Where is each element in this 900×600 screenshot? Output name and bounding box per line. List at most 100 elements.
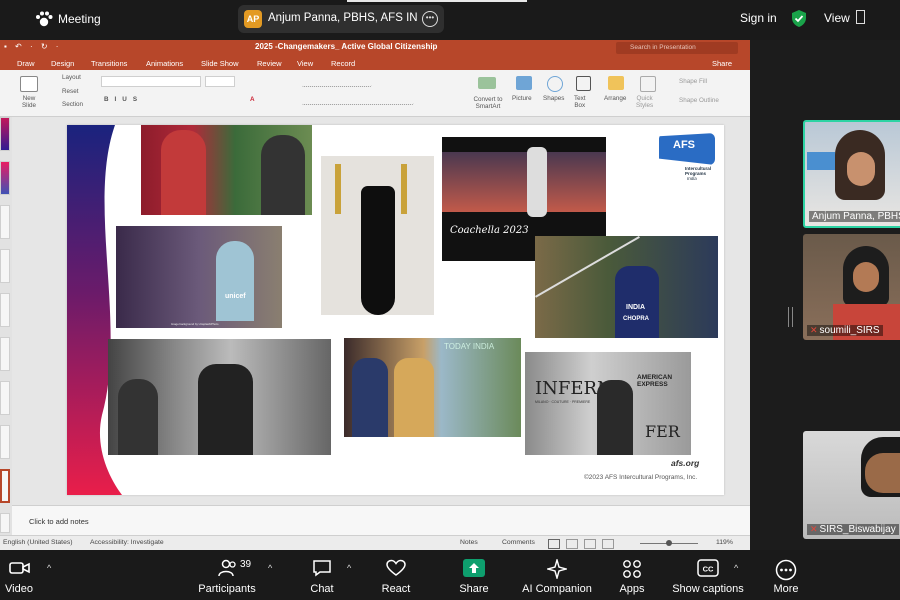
slide-show-icon[interactable] bbox=[602, 539, 614, 549]
comments-toggle[interactable]: Comments bbox=[502, 539, 535, 546]
notes-toggle[interactable]: Notes bbox=[460, 539, 478, 546]
tab-draw[interactable]: Draw bbox=[17, 59, 35, 68]
ai-companion-button[interactable]: AI Companion bbox=[520, 550, 594, 600]
share-screen-button[interactable]: Share bbox=[454, 550, 494, 600]
slide-sorter-icon[interactable] bbox=[566, 539, 578, 549]
slide-thumbnails[interactable] bbox=[0, 117, 12, 535]
picture-label[interactable]: Picture bbox=[512, 95, 532, 102]
arrange-label[interactable]: Arrange bbox=[604, 95, 626, 102]
muted-mic-icon: ✕ bbox=[810, 325, 818, 335]
share-button[interactable]: Share bbox=[712, 59, 732, 68]
participants-icon bbox=[218, 559, 236, 577]
reset-button[interactable]: Reset bbox=[62, 88, 78, 95]
notes-pane[interactable]: Click to add notes bbox=[12, 505, 750, 536]
apps-icon bbox=[623, 560, 641, 578]
active-speaker-pill[interactable]: AP Anjum Panna, PBHS, AFS INDIA' ••• bbox=[238, 5, 444, 33]
normal-view-icon[interactable] bbox=[548, 539, 560, 549]
font-format-buttons[interactable]: BIUS bbox=[104, 96, 143, 103]
quick-styles-icon[interactable] bbox=[640, 76, 656, 92]
share-label: Share bbox=[459, 583, 489, 595]
svg-text:CC: CC bbox=[703, 565, 714, 574]
convert-smartart-icon[interactable] bbox=[478, 77, 496, 89]
slide-thumbnail[interactable] bbox=[0, 161, 10, 195]
shapes-icon[interactable] bbox=[547, 76, 563, 92]
shape-fill-button[interactable]: Shape Fill bbox=[679, 78, 707, 85]
tab-slide-show[interactable]: Slide Show bbox=[201, 59, 239, 68]
share-screen-icon bbox=[463, 559, 485, 577]
tab-review[interactable]: Review bbox=[257, 59, 282, 68]
quick-styles-label[interactable]: Quick Styles bbox=[636, 95, 653, 109]
video-options-chevron-icon[interactable]: ^ bbox=[47, 563, 51, 573]
heart-icon bbox=[386, 559, 406, 576]
slide-thumbnail[interactable] bbox=[0, 337, 10, 371]
video-button[interactable]: Video bbox=[0, 550, 38, 600]
shapes-label[interactable]: Shapes bbox=[543, 95, 564, 102]
picture-icon[interactable] bbox=[516, 76, 532, 90]
arrange-icon[interactable] bbox=[608, 76, 624, 90]
layout-button[interactable]: Layout bbox=[62, 74, 81, 81]
apps-button[interactable]: Apps bbox=[612, 550, 652, 600]
video-tile-active[interactable]: Anjum Panna, PBHS bbox=[803, 120, 900, 228]
speaker-avatar: AP bbox=[244, 10, 262, 28]
search-in-presentation[interactable]: Search in Presentation bbox=[616, 42, 738, 54]
tab-animations[interactable]: Animations bbox=[146, 59, 183, 68]
video-tile[interactable]: ✕ soumili_SIRS bbox=[803, 234, 900, 340]
slide-thumbnail[interactable] bbox=[0, 381, 10, 415]
chat-label: Chat bbox=[310, 583, 334, 595]
slide-canvas[interactable]: Coachella 2023 AFS Intercultural Program… bbox=[67, 125, 724, 495]
jersey-text: INDIA bbox=[626, 304, 646, 311]
zoom-slider-thumb[interactable] bbox=[666, 540, 672, 546]
panel-resize-handle[interactable] bbox=[788, 307, 793, 327]
participants-label: Participants bbox=[198, 583, 256, 595]
more-button[interactable]: More bbox=[766, 550, 806, 600]
zoom-level[interactable]: 119% bbox=[716, 539, 733, 546]
more-options-icon[interactable]: ••• bbox=[422, 11, 438, 27]
section-button[interactable]: Section bbox=[62, 101, 83, 108]
reading-view-icon[interactable] bbox=[584, 539, 596, 549]
notes-placeholder[interactable]: Click to add notes bbox=[29, 517, 89, 526]
slide-thumbnail[interactable] bbox=[0, 425, 10, 459]
captions-label: Show captions bbox=[672, 583, 744, 595]
font-size-box[interactable] bbox=[205, 76, 235, 87]
tab-design[interactable]: Design bbox=[51, 59, 74, 68]
view-menu[interactable]: View bbox=[824, 11, 850, 25]
tab-record[interactable]: Record bbox=[331, 59, 355, 68]
ppt-title-bar: ▪ ↶ · ↻ · 2025 -Changemakers_ Active Glo… bbox=[0, 40, 750, 56]
participants-chevron-icon[interactable]: ^ bbox=[268, 563, 272, 573]
slide-thumbnail[interactable] bbox=[0, 249, 10, 283]
list-buttons[interactable] bbox=[302, 76, 372, 87]
show-captions-button[interactable]: CC Show captions bbox=[668, 550, 748, 600]
chat-icon bbox=[313, 560, 331, 577]
new-slide-icon[interactable] bbox=[20, 76, 38, 92]
slide-thumbnail[interactable] bbox=[0, 117, 10, 151]
apps-label: Apps bbox=[619, 583, 645, 595]
accessibility-status[interactable]: Accessibility: Investigate bbox=[90, 539, 164, 546]
slide-thumbnail[interactable] bbox=[0, 205, 10, 239]
sign-in-link[interactable]: Sign in bbox=[740, 11, 777, 25]
text-box-icon[interactable] bbox=[576, 76, 591, 91]
captions-icon: CC bbox=[697, 559, 719, 577]
tab-view[interactable]: View bbox=[297, 59, 313, 68]
font-color-icon[interactable]: A bbox=[250, 96, 255, 103]
alignment-buttons[interactable] bbox=[302, 94, 414, 105]
react-button[interactable]: React bbox=[376, 550, 416, 600]
shape-outline-button[interactable]: Shape Outline bbox=[679, 97, 719, 104]
security-shield-icon[interactable] bbox=[790, 9, 808, 28]
captions-chevron-icon[interactable]: ^ bbox=[734, 563, 738, 573]
convert-smartart-label[interactable]: Convert to SmartArt bbox=[468, 96, 508, 110]
share-indicator-strip bbox=[347, 0, 527, 2]
language-status[interactable]: English (United States) bbox=[3, 539, 73, 546]
slide-thumbnail[interactable] bbox=[0, 513, 10, 533]
new-slide-label[interactable]: New Slide bbox=[14, 95, 44, 109]
slide-thumbnail-selected[interactable] bbox=[0, 469, 10, 503]
view-layout-icon[interactable] bbox=[856, 10, 865, 24]
participants-button[interactable]: Participants bbox=[196, 550, 258, 600]
quick-access-toolbar[interactable]: ▪ ↶ · ↻ · bbox=[4, 42, 61, 51]
video-tile[interactable]: ✕ SIRS_Biswabijay bbox=[803, 431, 900, 539]
chat-button[interactable]: Chat bbox=[302, 550, 342, 600]
text-box-label[interactable]: Text Box bbox=[574, 95, 586, 109]
tab-transitions[interactable]: Transitions bbox=[91, 59, 127, 68]
font-name-box[interactable] bbox=[101, 76, 201, 87]
chat-chevron-icon[interactable]: ^ bbox=[347, 563, 351, 573]
slide-thumbnail[interactable] bbox=[0, 293, 10, 327]
